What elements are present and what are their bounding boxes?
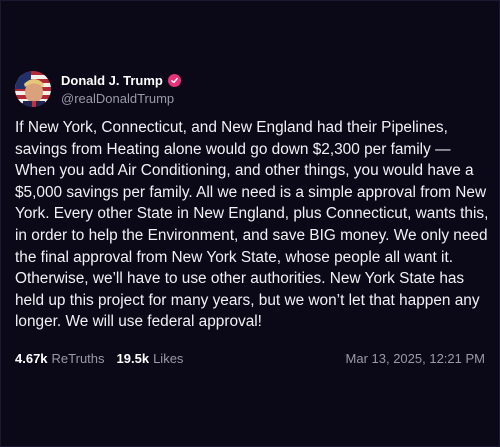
verified-badge-icon bbox=[167, 73, 181, 87]
truth-post: Donald J. Trump @realDonaldTrump If New … bbox=[0, 0, 500, 447]
retruths-count: 4.67k bbox=[15, 351, 48, 366]
retruths-label: ReTruths bbox=[51, 351, 105, 366]
likes-label: Likes bbox=[153, 351, 184, 366]
likes-count: 19.5k bbox=[116, 351, 150, 366]
author-names: Donald J. Trump @realDonaldTrump bbox=[61, 73, 181, 106]
author-handle[interactable]: @realDonaldTrump bbox=[61, 91, 181, 106]
post-timestamp[interactable]: Mar 13, 2025, 12:21 PM bbox=[346, 351, 485, 366]
retruths-stat[interactable]: 4.67k ReTruths bbox=[15, 351, 105, 366]
name-row: Donald J. Trump bbox=[61, 73, 181, 88]
avatar-image bbox=[15, 71, 51, 107]
likes-stat[interactable]: 19.5k Likes bbox=[117, 351, 184, 366]
author-display-name[interactable]: Donald J. Trump bbox=[61, 73, 163, 88]
post-footer: 4.67k ReTruths 19.5k Likes Mar 13, 2025,… bbox=[15, 351, 485, 366]
avatar[interactable] bbox=[15, 71, 51, 107]
post-header: Donald J. Trump @realDonaldTrump bbox=[15, 71, 181, 107]
post-text: If New York, Connecticut, and New Englan… bbox=[15, 119, 493, 331]
